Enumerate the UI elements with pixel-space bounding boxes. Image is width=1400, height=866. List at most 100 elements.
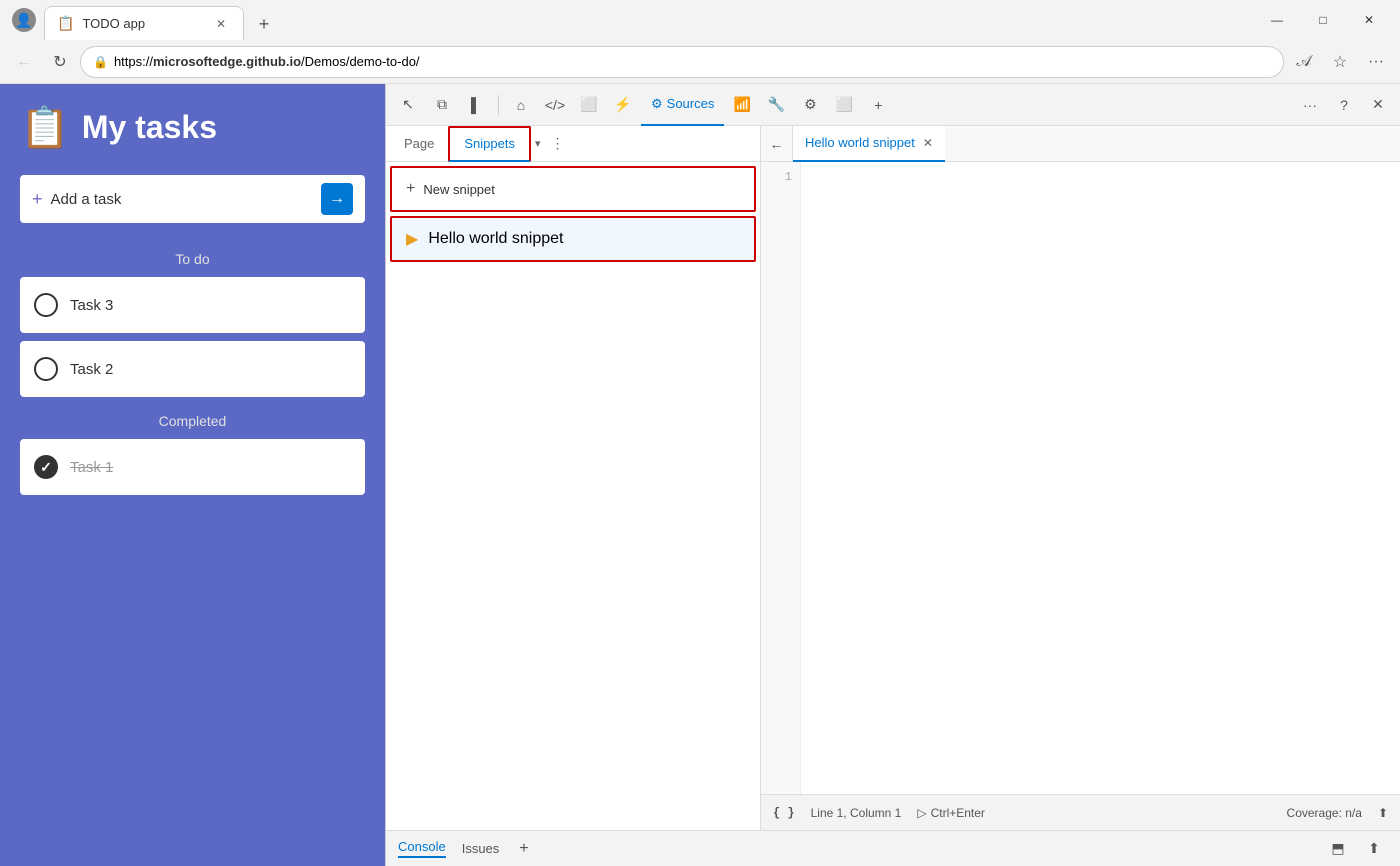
- new-tab-button[interactable]: +: [248, 8, 280, 40]
- profile-icon[interactable]: 👤: [8, 4, 40, 36]
- network-panel-button[interactable]: ⬜: [573, 89, 605, 121]
- todo-app: 📋 My tasks + Add a task → To do Task 3 T…: [0, 84, 385, 866]
- task-checkbox-task1[interactable]: [34, 455, 58, 479]
- task-name-task3: Task 3: [70, 297, 113, 314]
- add-tab-button[interactable]: +: [519, 840, 528, 858]
- devtools-panel: ↖ ⧉ ▌ ⌂ </> ⬜ ⚡ ⚙ Sources 📶 🔧 ⚙ ⬜ + ··· …: [385, 84, 1400, 866]
- task-checkbox-task2[interactable]: [34, 357, 58, 381]
- tab-title: TODO app: [82, 16, 203, 31]
- code-editor[interactable]: [801, 162, 1400, 794]
- tab-favicon: 📋: [57, 15, 74, 32]
- page-tab[interactable]: Page: [390, 126, 448, 162]
- help-button[interactable]: ?: [1328, 89, 1360, 121]
- sources-left-panel: Page Snippets ▾ ⋮ + New snippet ▶ Hello …: [386, 126, 761, 830]
- toolbar-separator: [498, 95, 499, 115]
- device-emulation-button[interactable]: ⧉: [426, 89, 458, 121]
- run-shortcut-label: Ctrl+Enter: [931, 806, 985, 820]
- add-task-submit-button[interactable]: →: [321, 183, 353, 215]
- read-aloud-button[interactable]: 𝒜: [1288, 46, 1320, 78]
- task-item-task2[interactable]: Task 2: [20, 341, 365, 397]
- console-dock-button[interactable]: ⬒: [1324, 835, 1352, 863]
- editor-back-button[interactable]: ←: [761, 126, 793, 162]
- task-item-task1[interactable]: Task 1: [20, 439, 365, 495]
- sources-label: Sources: [667, 96, 715, 111]
- settings-more-button[interactable]: ···: [1360, 46, 1392, 78]
- snippet-run-icon: ▶: [406, 229, 418, 249]
- editor-file-tab-helloworld[interactable]: Hello world snippet ✕: [793, 126, 945, 162]
- active-tab[interactable]: 📋 TODO app ✕: [44, 6, 244, 40]
- application-panel-button[interactable]: ⚙: [794, 89, 826, 121]
- task-item-task3[interactable]: Task 3: [20, 277, 365, 333]
- add-task-plus-icon: +: [32, 189, 43, 210]
- todo-section-label: To do: [20, 251, 365, 267]
- editor-file-close-button[interactable]: ✕: [923, 136, 933, 150]
- tab-dropdown-icon[interactable]: ▾: [535, 137, 541, 150]
- elements-panel-button[interactable]: ⌂: [505, 89, 537, 121]
- refresh-button[interactable]: ↻: [44, 46, 76, 78]
- address-text: https://microsoftedge.github.io/Demos/de…: [114, 54, 420, 69]
- task-name-task2: Task 2: [70, 361, 113, 378]
- cursor-position: Line 1, Column 1: [811, 806, 902, 820]
- lock-icon: 🔒: [93, 55, 108, 69]
- address-bar[interactable]: 🔒 https://microsoftedge.github.io/Demos/…: [80, 46, 1284, 78]
- coverage-label: Coverage: n/a: [1287, 806, 1362, 820]
- performance-panel-button[interactable]: ⚡: [607, 89, 639, 121]
- tabs-area: 📋 TODO app ✕ +: [44, 0, 1254, 40]
- snippet-item-helloworld[interactable]: ▶ Hello world snippet: [390, 216, 756, 262]
- new-snippet-button[interactable]: + New snippet: [390, 166, 756, 212]
- snippet-item-name: Hello world snippet: [428, 230, 563, 248]
- task-name-task1: Task 1: [70, 459, 113, 476]
- add-panel-button[interactable]: +: [862, 89, 894, 121]
- issues-tab[interactable]: Issues: [462, 841, 500, 856]
- devtools-status-bar: { } Line 1, Column 1 ▷ Ctrl+Enter Covera…: [761, 794, 1400, 830]
- line-numbers: 1: [761, 162, 801, 794]
- add-task-input: Add a task: [51, 191, 321, 208]
- add-task-bar[interactable]: + Add a task →: [20, 175, 365, 223]
- devtools-close-button[interactable]: ✕: [1362, 89, 1394, 121]
- maximize-button[interactable]: □: [1300, 4, 1346, 36]
- sidebar-toggle-button[interactable]: ▌: [460, 89, 492, 121]
- new-snippet-plus-icon: +: [406, 180, 415, 198]
- format-button[interactable]: { }: [773, 806, 795, 820]
- console-panel-button[interactable]: </>: [539, 89, 571, 121]
- window-controls: — □ ✕: [1254, 4, 1392, 36]
- tab-more-icon[interactable]: ⋮: [545, 135, 571, 152]
- snippet-list: + New snippet ▶ Hello world snippet: [386, 162, 760, 830]
- completed-section-label: Completed: [20, 413, 365, 429]
- line-number-1: 1: [761, 170, 792, 184]
- back-button[interactable]: ←: [8, 46, 40, 78]
- more-panels-button[interactable]: ···: [1294, 89, 1326, 121]
- wifi-panel-button[interactable]: 📶: [726, 89, 758, 121]
- task-checkbox-task3[interactable]: [34, 293, 58, 317]
- export-icon[interactable]: ⬆: [1378, 806, 1388, 820]
- inspect-element-button[interactable]: ↖: [392, 89, 424, 121]
- editor-area: ← Hello world snippet ✕ 1 { }: [761, 126, 1400, 830]
- editor-tabs: ← Hello world snippet ✕: [761, 126, 1400, 162]
- todo-header: 📋 My tasks: [20, 104, 365, 151]
- new-snippet-label: New snippet: [423, 182, 495, 197]
- editor-file-tab-name: Hello world snippet: [805, 135, 915, 150]
- close-button[interactable]: ✕: [1346, 4, 1392, 36]
- main-area: 📋 My tasks + Add a task → To do Task 3 T…: [0, 84, 1400, 866]
- tab-close-btn[interactable]: ✕: [211, 14, 231, 34]
- nav-right-buttons: 𝒜 ☆ ···: [1288, 46, 1392, 78]
- console-bar: Console Issues + ⬒ ⬆: [386, 830, 1400, 866]
- minimize-button[interactable]: —: [1254, 4, 1300, 36]
- security-panel-button[interactable]: ⬜: [828, 89, 860, 121]
- devtools-toolbar: ↖ ⧉ ▌ ⌂ </> ⬜ ⚡ ⚙ Sources 📶 🔧 ⚙ ⬜ + ··· …: [386, 84, 1400, 126]
- title-bar: 👤 📋 TODO app ✕ + — □ ✕: [0, 0, 1400, 40]
- sources-panel-tab[interactable]: ⚙ Sources: [641, 84, 724, 126]
- sources-panel: Page Snippets ▾ ⋮ + New snippet ▶ Hello …: [386, 126, 1400, 830]
- bottom-right-controls: Coverage: n/a ⬆: [1287, 806, 1388, 820]
- todo-app-title: My tasks: [82, 109, 217, 146]
- sources-gear-icon: ⚙: [651, 96, 663, 112]
- favorites-button[interactable]: ☆: [1324, 46, 1356, 78]
- console-tab[interactable]: Console: [398, 839, 446, 858]
- console-right-buttons: ⬒ ⬆: [1324, 835, 1388, 863]
- run-icon: ▷: [917, 806, 926, 820]
- snippets-tab[interactable]: Snippets: [448, 126, 531, 162]
- navigation-bar: ← ↻ 🔒 https://microsoftedge.github.io/De…: [0, 40, 1400, 84]
- console-undock-button[interactable]: ⬆: [1360, 835, 1388, 863]
- memory-panel-button[interactable]: 🔧: [760, 89, 792, 121]
- run-snippet-button[interactable]: ▷ Ctrl+Enter: [917, 806, 985, 820]
